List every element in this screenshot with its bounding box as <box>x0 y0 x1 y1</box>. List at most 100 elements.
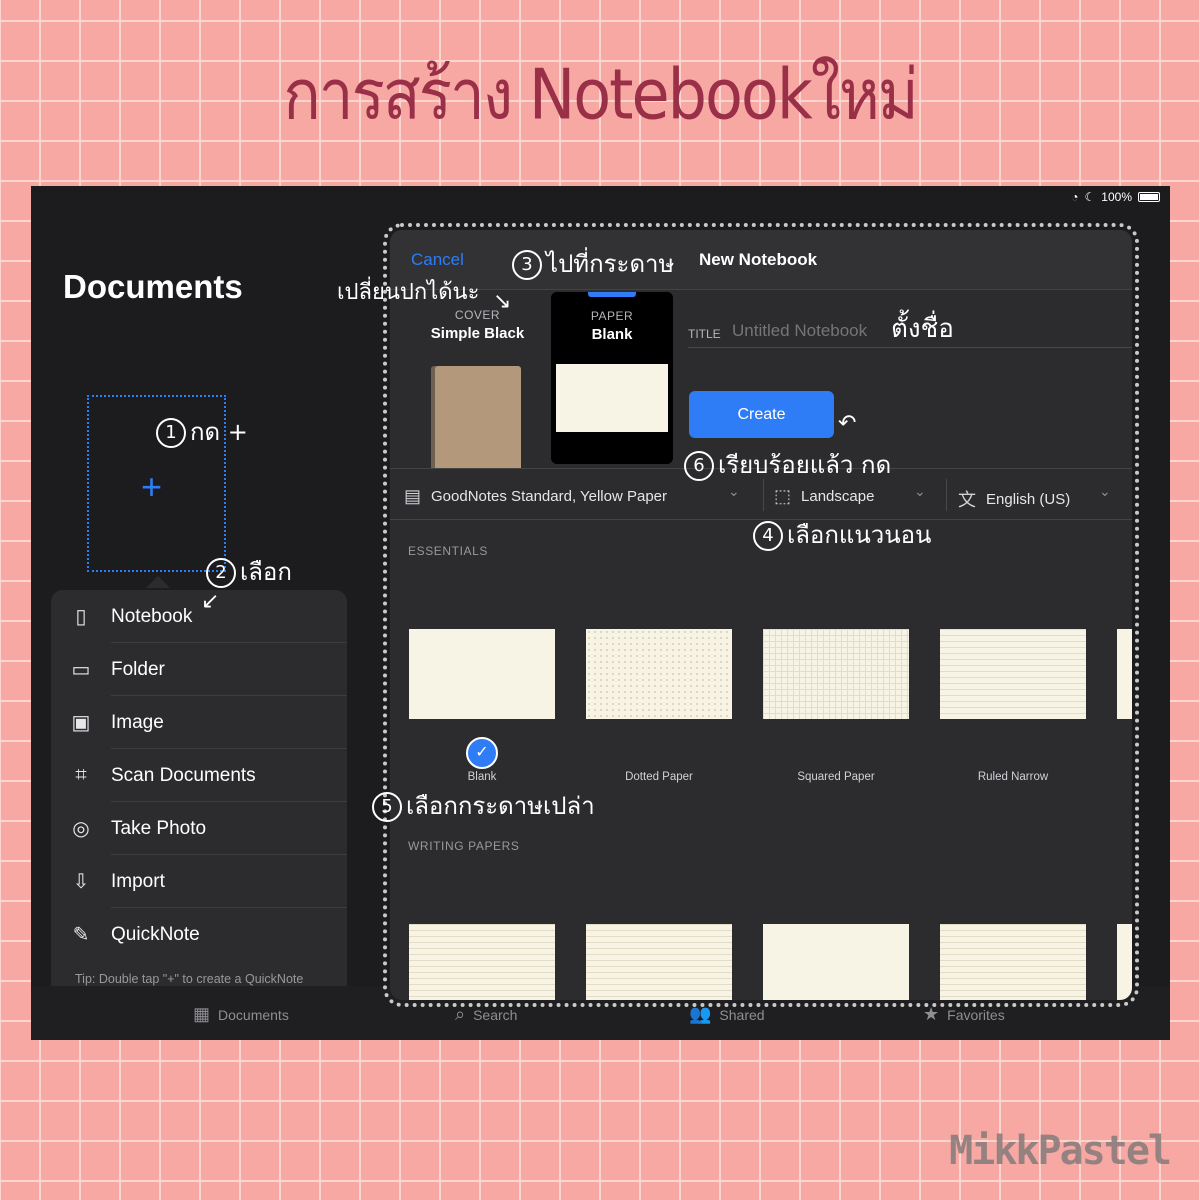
grid-icon: ▦ <box>193 1004 211 1024</box>
divider <box>946 479 947 511</box>
arrow-annotation: ↘ <box>493 288 512 313</box>
modal-title: New Notebook <box>699 250 818 269</box>
status-bar: ◔ ☾ 100% <box>1071 190 1160 204</box>
page-title: Documents <box>63 268 243 305</box>
language-selector[interactable]: 文 English (US) <box>958 486 1070 512</box>
writing-paper-thumb[interactable] <box>586 924 732 1000</box>
compose-icon: ✎ <box>72 924 90 946</box>
orientation-label: Landscape <box>801 488 875 505</box>
divider <box>763 479 764 511</box>
orientation-selector[interactable]: ⬚ Landscape <box>774 486 874 507</box>
arrow-annotation: ↶ <box>838 410 857 435</box>
paper-ruled-narrow[interactable] <box>940 629 1086 719</box>
menu-item-import[interactable]: ⇩ Import <box>51 855 347 908</box>
paper-next-peek[interactable] <box>1117 629 1132 719</box>
paper-picker[interactable]: PAPER Blank <box>551 292 673 464</box>
annotation-step-5: 5 เลือกกระดาษเปล่า <box>372 792 595 822</box>
cover-caption: COVER <box>454 308 501 322</box>
tab-documents[interactable]: ▦ Documents <box>193 1004 289 1025</box>
menu-item-quicknote[interactable]: ✎ QuickNote <box>51 908 347 961</box>
section-writing-papers: WRITING PAPERS <box>408 839 520 853</box>
annotation-text: เรียบร้อยแล้ว กด <box>718 451 892 479</box>
annotation-text: เลือก <box>240 558 292 586</box>
battery-label: 100% <box>1101 190 1132 204</box>
writing-paper-peek[interactable] <box>1117 924 1132 1000</box>
annotation-step-4: 4 เลือกแนวนอน <box>753 521 931 551</box>
template-icon: ▤ <box>404 486 422 506</box>
battery-icon <box>1138 192 1160 202</box>
cancel-button[interactable]: Cancel <box>411 250 464 270</box>
paper-dotted[interactable] <box>586 629 732 719</box>
watermark: MikkPastel <box>949 1128 1172 1174</box>
selected-indicator <box>588 292 636 297</box>
annotation-cover-note: เปลี่ยนปกได้นะ <box>337 280 480 305</box>
writing-paper-thumb[interactable] <box>409 924 555 1000</box>
moon-icon: ☾ <box>1084 190 1096 204</box>
writing-paper-thumb[interactable] <box>940 924 1086 1000</box>
paper-blank[interactable] <box>409 629 555 719</box>
tab-label: Favorites <box>947 1006 1005 1023</box>
menu-item-scan-documents[interactable]: ⌗ Scan Documents <box>51 749 347 802</box>
writing-paper-thumb[interactable] <box>763 924 909 1000</box>
popover-caret <box>146 576 170 588</box>
template-selector[interactable]: ▤ GoodNotes Standard, Yellow Paper <box>404 486 667 507</box>
paper-squared[interactable] <box>763 629 909 719</box>
language-label: English (US) <box>986 490 1071 508</box>
import-icon: ⇩ <box>72 871 90 893</box>
tab-label: Shared <box>719 1006 765 1023</box>
title-label: TITLE <box>688 327 721 341</box>
menu-item-label: QuickNote <box>111 923 200 945</box>
annotation-step-3: 3 ไปที่กระดาษ <box>512 250 674 280</box>
cover-name: Simple Black <box>430 325 525 342</box>
step-number: 6 <box>684 451 714 481</box>
image-icon: ▣ <box>71 712 91 734</box>
annotation-step-1: 1 กด + <box>156 418 248 448</box>
camera-icon: ◎ <box>72 818 90 840</box>
section-essentials: ESSENTIALS <box>408 544 489 558</box>
step-number: 3 <box>512 250 542 280</box>
orientation-icon: ⬚ <box>774 486 792 506</box>
step-number: 5 <box>372 792 402 822</box>
tab-search[interactable]: ⌕ Search <box>455 1004 517 1025</box>
banner-title: การสร้าง Notebookใหม่ <box>283 53 919 136</box>
tab-favorites[interactable]: ★ Favorites <box>923 1004 1005 1025</box>
menu-tip: Tip: Double tap "+" to create a QuickNot… <box>75 972 304 986</box>
menu-item-label: Notebook <box>111 605 193 627</box>
chevron-down-icon[interactable]: ⌄ <box>1099 483 1111 500</box>
menu-item-take-photo[interactable]: ◎ Take Photo <box>51 802 347 855</box>
people-icon: 👥 <box>689 1004 712 1024</box>
arrow-annotation: ↙ <box>201 588 220 613</box>
menu-item-label: Folder <box>111 658 165 680</box>
step-number: 2 <box>206 558 236 588</box>
tab-shared[interactable]: 👥 Shared <box>689 1004 765 1025</box>
paper-caption: PAPER <box>590 309 634 323</box>
menu-item-label: Import <box>111 870 165 892</box>
chevron-down-icon[interactable]: ⌄ <box>728 483 740 500</box>
star-icon: ★ <box>923 1004 940 1024</box>
cover-picker[interactable]: COVER Simple Black <box>420 308 535 472</box>
ipad-screen: ◔ ☾ 100% Documents + ▯ Notebook ▭ Folder… <box>31 186 1170 1040</box>
translate-icon: 文 <box>958 490 976 510</box>
annotation-text: กด + <box>190 418 248 446</box>
annotation-step-2: 2 เลือก <box>206 558 292 588</box>
menu-item-notebook[interactable]: ▯ Notebook <box>51 590 347 643</box>
menu-item-image[interactable]: ▣ Image <box>51 696 347 749</box>
menu-item-folder[interactable]: ▭ Folder <box>51 643 347 696</box>
annotation-text: เลือกแนวนอน <box>787 521 932 549</box>
cover-thumbnail[interactable] <box>435 366 521 472</box>
template-label: GoodNotes Standard, Yellow Paper <box>431 488 668 505</box>
scan-icon: ⌗ <box>75 764 87 786</box>
chevron-down-icon[interactable]: ⌄ <box>914 483 926 500</box>
notebook-icon: ▯ <box>75 606 87 628</box>
step-number: 4 <box>753 521 783 551</box>
paper-label: Ruled Narrow <box>977 771 1049 783</box>
wifi-icon: ◔ <box>1071 190 1079 204</box>
selected-check-icon: ✓ <box>466 737 498 769</box>
new-notebook-modal: Cancel New Notebook COVER Simple Black P… <box>383 223 1139 1007</box>
menu-item-label: Take Photo <box>111 817 207 839</box>
create-button[interactable]: Create <box>689 391 834 438</box>
tab-label: Search <box>473 1006 518 1023</box>
search-icon: ⌕ <box>455 1004 466 1024</box>
menu-item-label: Image <box>111 711 164 733</box>
plus-icon: + <box>141 466 163 507</box>
